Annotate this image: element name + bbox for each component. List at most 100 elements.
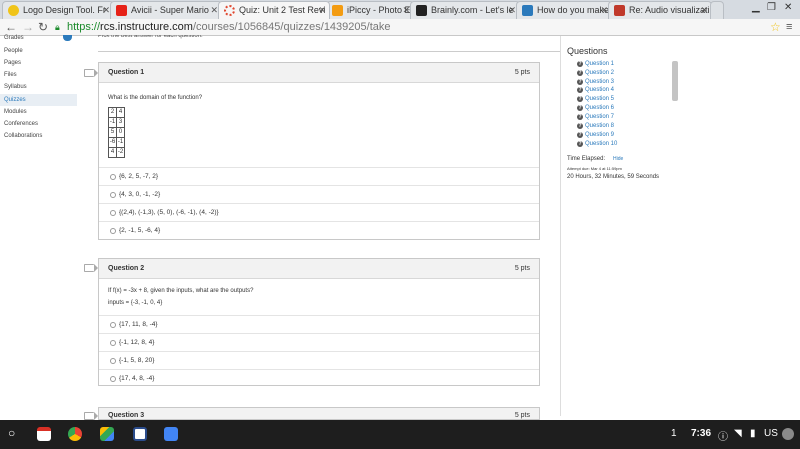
search-icon[interactable]: ○ — [8, 426, 15, 440]
radio-button[interactable] — [110, 322, 116, 328]
answer-option[interactable]: {-1, 5, 8, 20} — [99, 351, 539, 369]
tab-how-do-you[interactable]: How do you make a ✕ — [516, 1, 612, 19]
sidebar-question-1[interactable]: ? Question 1 — [577, 60, 614, 68]
close-icon[interactable]: ✕ — [210, 2, 218, 18]
sidebar-question-label[interactable]: Question 10 — [585, 141, 617, 147]
sidebar-question-label[interactable]: Question 8 — [585, 123, 614, 129]
answer-label[interactable]: {2, -1, 5, -6, 4} — [119, 227, 160, 234]
nc-app-icon[interactable] — [133, 427, 147, 441]
tab-brainly[interactable]: Brainly.com - Let's le ✕ — [410, 1, 520, 19]
info-icon[interactable]: ⓘ — [718, 428, 728, 443]
close-icon[interactable]: ✕ — [508, 2, 516, 18]
close-icon[interactable]: ✕ — [102, 2, 110, 18]
close-icon[interactable]: ✕ — [600, 2, 608, 18]
function-table: 24 -1 3 50 -6 -1 4 -2 — [108, 107, 125, 158]
close-icon[interactable]: ✕ — [318, 2, 326, 18]
answer-label[interactable]: {-1, 5, 8, 20} — [119, 357, 154, 364]
radio-button[interactable] — [110, 210, 116, 216]
sidebar-question-3[interactable]: ? Question 3 — [577, 78, 614, 86]
locale-indicator[interactable]: US — [764, 428, 778, 439]
sidebar-question-9[interactable]: ? Question 9 — [577, 131, 614, 139]
nav-quizzes[interactable]: Quizzes — [4, 97, 26, 103]
sidebar-question-10[interactable]: ? Question 10 — [577, 140, 617, 148]
nav-grades[interactable]: Grades — [4, 35, 24, 41]
hide-timer-link[interactable]: Hide — [613, 156, 623, 162]
address-bar[interactable]: https://rcs.instructure.com/courses/1056… — [67, 20, 757, 35]
sidebar-question-label[interactable]: Question 1 — [585, 61, 614, 67]
sidebar-question-label[interactable]: Question 5 — [585, 96, 614, 102]
answer-option[interactable]: {2, -1, 5, -6, 4} — [99, 221, 539, 239]
close-icon[interactable]: ✕ — [402, 2, 410, 18]
nav-collaborations[interactable]: Collaborations — [4, 133, 42, 139]
tab-quiz[interactable]: Quiz: Unit 2 Test Revi ✕ — [218, 1, 330, 19]
sidebar-question-label[interactable]: Question 4 — [585, 87, 614, 93]
close-icon[interactable]: ✕ — [700, 2, 708, 18]
tab-ipiccy[interactable]: iPiccy - Photo Editor ✕ — [326, 1, 414, 19]
answer-option[interactable]: {6, 2, 5, -7, 2} — [99, 167, 539, 185]
answer-option[interactable]: {17, 11, 8, -4} — [99, 315, 539, 333]
clock[interactable]: 7:36 — [691, 428, 711, 439]
answer-option[interactable]: {4, 3, 0, -1, -2} — [99, 185, 539, 203]
sidebar-question-label[interactable]: Question 9 — [585, 132, 614, 138]
nav-conferences[interactable]: Conferences — [4, 121, 38, 127]
nav-people[interactable]: People — [4, 48, 23, 54]
flag-question-2-icon[interactable] — [84, 264, 98, 272]
forward-arrow-icon[interactable]: → — [22, 20, 34, 34]
sidebar-question-8[interactable]: ? Question 8 — [577, 122, 614, 130]
star-icon[interactable]: ☆ — [770, 20, 781, 34]
divider — [98, 51, 560, 52]
answer-option[interactable]: {17, 4, 8, -4} — [99, 369, 539, 387]
tab-audio[interactable]: Re: Audio visualizati ✕ — [608, 1, 712, 19]
answer-label[interactable]: {4, 3, 0, -1, -2} — [119, 191, 160, 198]
nav-files[interactable]: Files — [4, 72, 17, 78]
notification-count[interactable]: 1 — [671, 428, 677, 439]
radio-button[interactable] — [110, 228, 116, 234]
radio-button[interactable] — [110, 192, 116, 198]
answer-option[interactable]: {(2,4), (-1,3), (5, 0), (-6, -1), (4, -2… — [99, 203, 539, 221]
maximize-icon[interactable]: ❐ — [767, 2, 776, 13]
nav-modules[interactable]: Modules — [4, 109, 27, 115]
chrome-icon[interactable] — [68, 427, 82, 441]
tab-youtube[interactable]: Avicii - Super Mario ✕ — [110, 1, 222, 19]
tab-title: Brainly.com - Let's le — [431, 5, 514, 15]
nav-syllabus[interactable]: Syllabus — [4, 84, 27, 90]
answer-label[interactable]: {17, 11, 8, -4} — [119, 321, 158, 328]
flag-question-1-icon[interactable] — [84, 69, 98, 77]
sidebar-question-label[interactable]: Question 6 — [585, 105, 614, 111]
sidebar-question-label[interactable]: Question 3 — [585, 79, 614, 85]
wifi-icon[interactable]: ◥ — [734, 428, 742, 439]
tab-logo-design[interactable]: Logo Design Tool. Fr ✕ — [2, 1, 114, 19]
answer-label[interactable]: {-1, 12, 8, 4} — [119, 339, 154, 346]
sidebar-question-2[interactable]: ? Question 2 — [577, 69, 614, 77]
avatar[interactable] — [782, 428, 794, 440]
answer-option[interactable]: {-1, 12, 8, 4} — [99, 333, 539, 351]
sidebar-scrollbar[interactable] — [672, 61, 678, 101]
menu-icon[interactable]: ≡ — [786, 20, 792, 34]
radio-button[interactable] — [110, 174, 116, 180]
minimize-icon[interactable]: ▁ — [752, 2, 760, 13]
sidebar-question-5[interactable]: ? Question 5 — [577, 95, 614, 103]
radio-button[interactable] — [110, 376, 116, 382]
table-cell: -6 — [108, 137, 117, 148]
gmail-icon[interactable] — [37, 427, 51, 441]
sidebar-question-6[interactable]: ? Question 6 — [577, 104, 614, 112]
sidebar-question-label[interactable]: Question 7 — [585, 114, 614, 120]
nav-pages[interactable]: Pages — [4, 60, 21, 66]
back-arrow-icon[interactable]: ← — [5, 20, 17, 34]
question-title: Question 1 — [108, 69, 145, 76]
radio-button[interactable] — [110, 340, 116, 346]
radio-button[interactable] — [110, 358, 116, 364]
drive-icon[interactable] — [100, 427, 114, 441]
flag-question-3-icon[interactable] — [84, 412, 98, 420]
answer-label[interactable]: {17, 4, 8, -4} — [119, 375, 154, 382]
sidebar-question-7[interactable]: ? Question 7 — [577, 113, 614, 121]
new-tab-button[interactable] — [710, 1, 724, 19]
answer-label[interactable]: {6, 2, 5, -7, 2} — [119, 173, 158, 180]
answer-label[interactable]: {(2,4), (-1,3), (5, 0), (-6, -1), (4, -2… — [119, 209, 219, 216]
files-icon[interactable] — [164, 427, 178, 441]
battery-icon[interactable]: ▮ — [750, 428, 756, 439]
reload-icon[interactable]: ↻ — [38, 20, 48, 34]
window-close-icon[interactable]: ✕ — [784, 2, 792, 13]
sidebar-question-4[interactable]: ? Question 4 — [577, 86, 614, 94]
sidebar-question-label[interactable]: Question 2 — [585, 70, 614, 76]
